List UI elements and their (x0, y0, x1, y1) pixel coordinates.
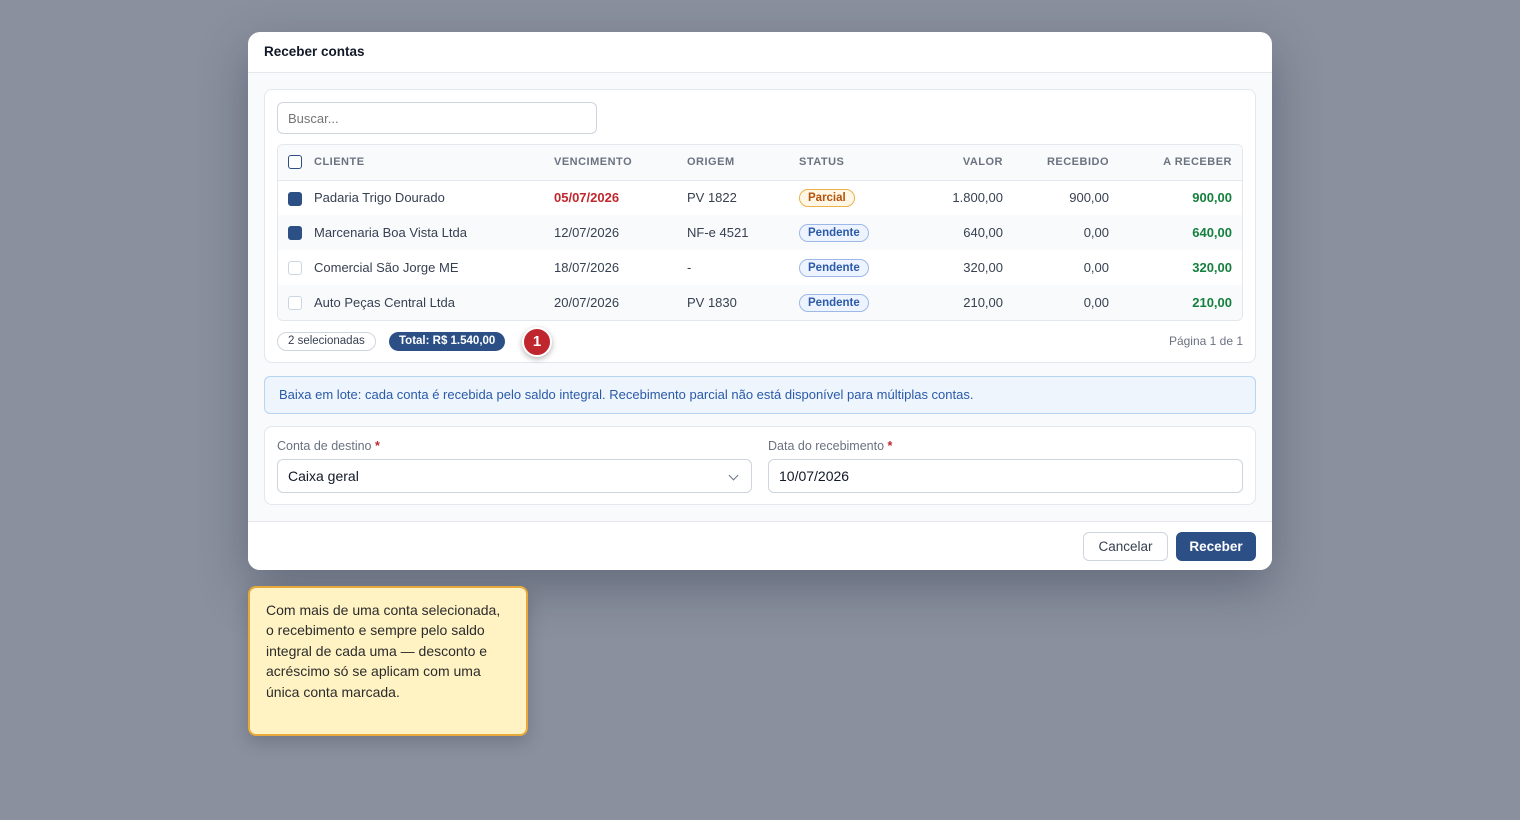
chevron-down-icon (728, 470, 739, 481)
select-all-checkbox[interactable] (288, 155, 302, 170)
required-mark: * (887, 439, 893, 453)
cell-a-receber: 320,00 (1192, 260, 1232, 275)
cell-recebido: 900,00 (1069, 190, 1109, 206)
cell-recebido: 0,00 (1083, 260, 1109, 275)
table-row[interactable]: Comercial São Jorge ME 18/07/2026 - Pendent… (278, 250, 1242, 285)
row-checkbox[interactable] (288, 191, 302, 206)
status-badge: Pendente (799, 223, 869, 242)
column-vencimento[interactable]: VENCIMENTO (554, 145, 687, 181)
status-badge: Pendente (799, 293, 869, 312)
pagination-info: Página 1 de 1 (1168, 334, 1243, 348)
table-row[interactable]: Marcenaria Boa Vista Ltda 12/07/2026 NF-e … (278, 215, 1242, 250)
modal-footer: Cancelar Receber (248, 521, 1272, 570)
table-body: Padaria Trigo Dourado 05/07/2026 PV 1822 Pa… (278, 180, 1242, 320)
table-row[interactable]: Auto Peças Central Ltda 20/07/2026 PV 1830… (278, 285, 1242, 320)
cell-origem: - (687, 260, 692, 275)
cell-origem: PV 1830 (687, 295, 737, 310)
cell-recebido: 0,00 (1083, 225, 1109, 240)
column-cliente[interactable]: CLIENTE (314, 145, 554, 181)
list-summary: 2 selecionadas Total: R$ 1.540,00 1 Pági… (277, 327, 1243, 357)
cell-recebido: 0,00 (1083, 295, 1109, 310)
conta-destino-label: Conta de destino * (277, 439, 380, 453)
batch-info-banner: Baixa em lote: cada conta é recebida pel… (264, 376, 1256, 414)
table-header-row: CLIENTE VENCIMENTO ORIGEM STATUS VALOR R… (278, 145, 1242, 181)
cell-a-receber: 900,00 (1192, 190, 1232, 206)
cell-cliente: Padaria Trigo Dourado (314, 190, 445, 206)
status-badge: Parcial (799, 188, 855, 207)
cell-a-receber: 640,00 (1192, 225, 1232, 240)
data-recebimento-label: Data do recebimento * (768, 439, 893, 453)
cell-vencimento: 12/07/2026 (554, 225, 620, 240)
cell-vencimento: 20/07/2026 (554, 295, 620, 310)
callout-marker: 1 (522, 327, 552, 357)
cell-origem: NF-e 4521 (687, 225, 749, 240)
cell-valor: 320,00 (963, 260, 1003, 275)
column-origem[interactable]: ORIGEM (687, 145, 799, 181)
cell-cliente: Auto Peças Central Ltda (314, 295, 455, 310)
receive-form: Conta de destino * Caixa geral Data do r… (264, 426, 1256, 505)
cell-cliente: Comercial São Jorge ME (314, 260, 459, 275)
column-a-receber[interactable]: A RECEBER (1119, 145, 1242, 181)
column-valor[interactable]: VALOR (899, 145, 1013, 181)
cell-valor: 210,00 (963, 295, 1003, 310)
cell-cliente: Marcenaria Boa Vista Ltda (314, 225, 467, 240)
receive-button[interactable]: Receber (1176, 532, 1256, 561)
search-input[interactable] (277, 102, 597, 134)
column-recebido[interactable]: RECEBIDO (1013, 145, 1119, 181)
status-badge: Pendente (799, 258, 869, 277)
cell-valor: 1.800,00 (952, 190, 1003, 206)
data-recebimento-field: Data do recebimento * 10/07/2026 (768, 439, 1243, 493)
row-checkbox[interactable] (288, 261, 302, 276)
selected-count-badge: 2 selecionadas (277, 332, 376, 351)
data-recebimento-input[interactable]: 10/07/2026 (768, 459, 1243, 493)
accounts-list-card: CLIENTE VENCIMENTO ORIGEM STATUS VALOR R… (264, 89, 1256, 363)
cell-a-receber: 210,00 (1192, 295, 1232, 310)
batch-tooltip: Com mais de uma conta selecionada, o rec… (248, 586, 528, 736)
modal-title: Receber contas (248, 32, 1272, 73)
conta-destino-field: Conta de destino * Caixa geral (277, 439, 752, 493)
row-checkbox[interactable] (288, 296, 302, 311)
cell-valor: 640,00 (963, 225, 1003, 240)
table-row[interactable]: Padaria Trigo Dourado 05/07/2026 PV 1822 Pa… (278, 180, 1242, 215)
conta-destino-select[interactable]: Caixa geral (277, 459, 752, 493)
cancel-button[interactable]: Cancelar (1083, 532, 1168, 561)
data-recebimento-value: 10/07/2026 (779, 468, 850, 484)
modal-body: CLIENTE VENCIMENTO ORIGEM STATUS VALOR R… (248, 73, 1272, 521)
accounts-table: CLIENTE VENCIMENTO ORIGEM STATUS VALOR R… (277, 144, 1243, 321)
cell-vencimento: 05/07/2026 (554, 190, 620, 206)
receive-accounts-modal: Receber contas CLIENTE VENCIMENTO ORIGEM… (248, 32, 1272, 570)
total-badge: Total: R$ 1.540,00 (389, 332, 506, 351)
row-checkbox[interactable] (288, 226, 302, 241)
conta-destino-value: Caixa geral (288, 468, 359, 484)
cell-vencimento: 18/07/2026 (554, 260, 620, 275)
column-status[interactable]: STATUS (799, 145, 899, 181)
required-mark: * (375, 439, 380, 453)
cell-origem: PV 1822 (687, 190, 737, 206)
